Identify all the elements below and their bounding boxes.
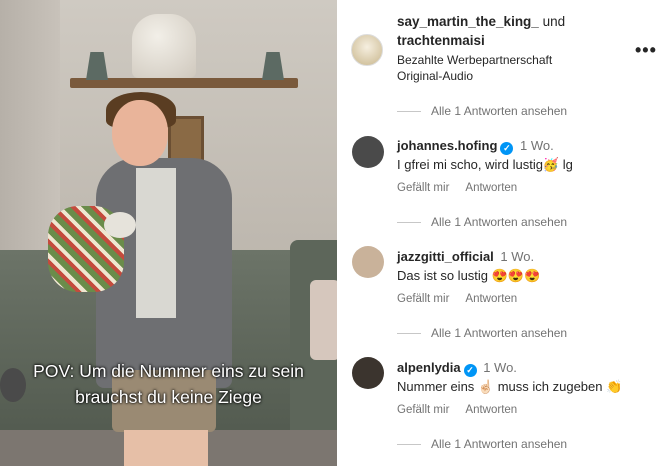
person-shirt xyxy=(136,168,176,318)
view-replies-label: Alle 1 Antworten ansehen xyxy=(431,326,568,340)
author-line: say_martin_the_king_ und xyxy=(397,14,565,29)
comment-text: Das ist so lustig 😍😍😍 xyxy=(397,268,541,283)
comments-panel: say_martin_the_king_ und trachtenmaisi B… xyxy=(337,0,670,466)
more-options-icon[interactable]: ••• xyxy=(635,40,657,61)
author-username[interactable]: say_martin_the_king_ xyxy=(397,14,539,29)
verified-icon: ✓ xyxy=(500,142,514,155)
comment-header: jazzgitti_official 1 Wo. xyxy=(397,249,534,264)
comment-username[interactable]: jazzgitti_official xyxy=(397,249,494,264)
reply-button[interactable]: Antworten xyxy=(465,404,517,416)
coauthor-username[interactable]: trachtenmaisi xyxy=(397,33,485,48)
comment-header: johannes.hofing ✓ 1 Wo. xyxy=(397,138,554,155)
conjunction: und xyxy=(542,14,566,29)
comment-text: I gfrei mi scho, wird lustig🥳 lg xyxy=(397,157,573,172)
view-replies-label: Alle 1 Antworten ansehen xyxy=(431,104,568,118)
like-button[interactable]: Gefällt mir xyxy=(397,404,449,416)
view-replies-button[interactable]: Alle 1 Antworten ansehen xyxy=(397,215,567,229)
commenter-avatar[interactable] xyxy=(352,246,384,278)
audio-label[interactable]: Original-Audio xyxy=(397,69,473,83)
comment-actions: Gefällt mir Antworten xyxy=(397,404,517,416)
comment-time: 1 Wo. xyxy=(483,360,517,375)
comment-username[interactable]: johannes.hofing xyxy=(397,138,497,153)
reply-button[interactable]: Antworten xyxy=(465,293,517,305)
shelf-lamp xyxy=(262,52,284,80)
reply-button[interactable]: Antworten xyxy=(465,182,517,194)
comment-time: 1 Wo. xyxy=(520,138,554,153)
view-replies-button[interactable]: Alle 1 Antworten ansehen xyxy=(397,437,567,451)
person-legs xyxy=(124,430,208,466)
horse-figurine xyxy=(132,14,196,78)
like-button[interactable]: Gefällt mir xyxy=(397,182,449,194)
reply-divider xyxy=(397,110,421,112)
view-replies-button[interactable]: Alle 1 Antworten ansehen xyxy=(397,326,567,340)
commenter-avatar[interactable] xyxy=(352,357,384,389)
comment-text: Nummer eins ☝🏻 muss ich zugeben 👏 xyxy=(397,379,623,394)
commenter-avatar[interactable] xyxy=(352,136,384,168)
shelf-lamp xyxy=(86,52,108,80)
reply-divider xyxy=(397,443,421,445)
reel-video[interactable]: POV: Um die Nummer eins zu sein brauchst… xyxy=(0,0,337,466)
reply-divider xyxy=(397,221,421,223)
comment-actions: Gefällt mir Antworten xyxy=(397,293,517,305)
verified-icon: ✓ xyxy=(463,364,477,377)
reply-divider xyxy=(397,332,421,334)
pillow xyxy=(310,280,337,360)
paid-partnership-label[interactable]: Bezahlte Werbepartnerschaft xyxy=(397,53,552,67)
author-avatar[interactable] xyxy=(351,34,383,66)
view-replies-label: Alle 1 Antworten ansehen xyxy=(431,437,568,451)
person-head xyxy=(112,100,168,166)
comment-time: 1 Wo. xyxy=(500,249,535,264)
view-replies-button[interactable]: Alle 1 Antworten ansehen xyxy=(397,104,567,118)
comment-username[interactable]: alpenlydia xyxy=(397,360,461,375)
video-caption-line2: brauchst du keine Ziege xyxy=(75,387,262,407)
comment-actions: Gefällt mir Antworten xyxy=(397,182,517,194)
video-caption-line1: POV: Um die Nummer eins zu sein xyxy=(33,361,304,381)
like-button[interactable]: Gefällt mir xyxy=(397,293,449,305)
view-replies-label: Alle 1 Antworten ansehen xyxy=(431,215,568,229)
comment-header: alpenlydia ✓ 1 Wo. xyxy=(397,360,517,377)
goat-head xyxy=(104,212,136,238)
